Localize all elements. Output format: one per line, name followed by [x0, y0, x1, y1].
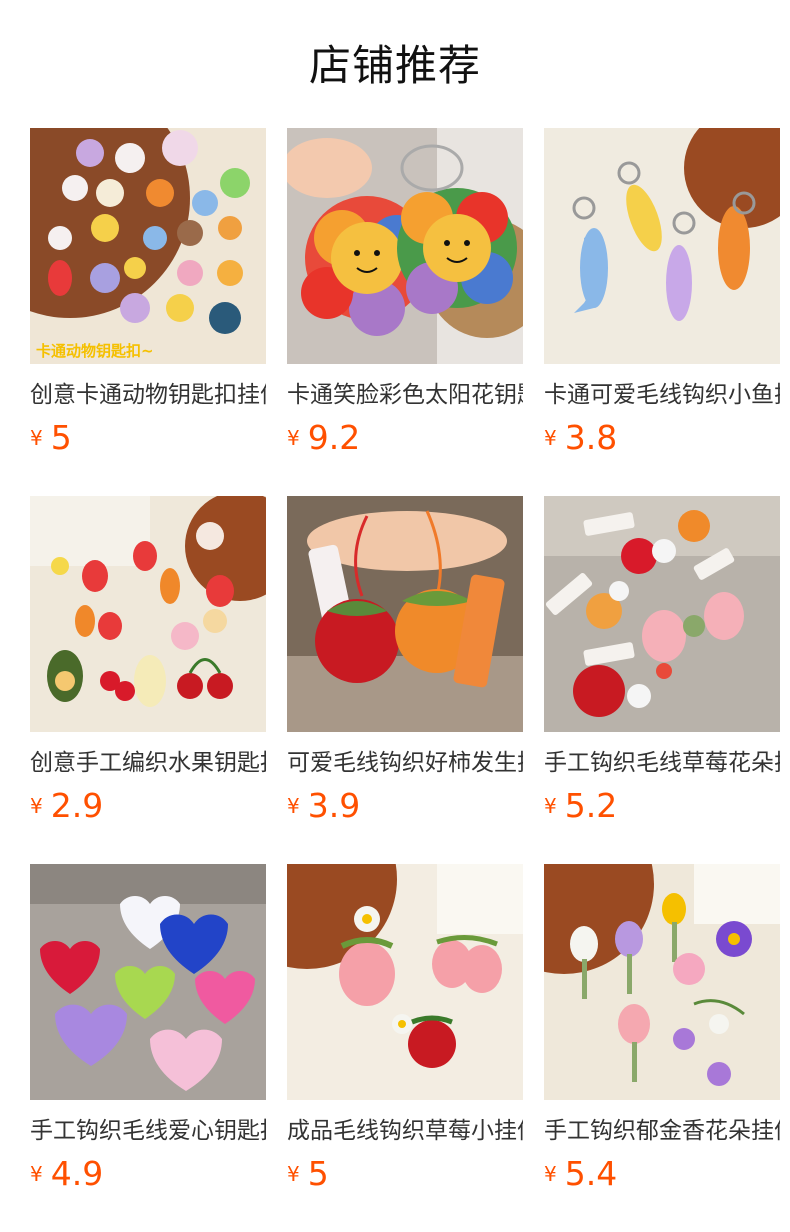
product-name[interactable]: 手工钩织毛线草莓花朵挂件 [544, 746, 780, 780]
price-amount: 5.4 [564, 1154, 618, 1193]
product-price: ¥5 [287, 1154, 329, 1194]
price-amount: 9.2 [307, 418, 361, 457]
product-card[interactable]: 成品毛线钩织草莓小挂件 ¥5 [287, 864, 523, 1204]
product-price: ¥2.9 [30, 786, 103, 826]
crochet-heart-keychains-image [30, 864, 266, 1100]
product-name[interactable]: 可爱毛线钩织好柿发生挂件 [287, 746, 523, 780]
product-image[interactable] [544, 128, 780, 364]
currency-symbol: ¥ [544, 426, 557, 450]
product-card[interactable]: 手工钩织毛线爱心钥匙扣 ¥4.9 [30, 864, 266, 1204]
product-price: ¥5.4 [544, 1154, 617, 1194]
overlay-text: 卡通动物钥匙扣~ [36, 342, 154, 360]
currency-symbol: ¥ [30, 426, 43, 450]
currency-symbol: ¥ [287, 426, 300, 450]
product-name[interactable]: 手工钩织郁金香花朵挂件 [544, 1114, 780, 1148]
product-name[interactable]: 成品毛线钩织草莓小挂件 [287, 1114, 523, 1148]
currency-symbol: ¥ [287, 794, 300, 818]
product-card[interactable]: 可爱毛线钩织好柿发生挂件 ¥3.9 [287, 496, 523, 836]
product-name[interactable]: 创意卡通动物钥匙扣挂件 [30, 378, 266, 412]
product-name[interactable]: 卡通可爱毛线钩织小鱼挂件 [544, 378, 780, 412]
product-name[interactable]: 卡通笑脸彩色太阳花钥匙扣 [287, 378, 523, 412]
product-price: ¥4.9 [30, 1154, 103, 1194]
product-image[interactable] [287, 128, 523, 364]
price-amount: 4.9 [50, 1154, 104, 1193]
strawberry-flower-charms-image [544, 496, 780, 732]
product-card[interactable]: 卡通动物钥匙扣~ 创意卡通动物钥匙扣挂件 ¥5 [30, 128, 266, 468]
price-amount: 5.2 [564, 786, 618, 825]
currency-symbol: ¥ [30, 1162, 43, 1186]
currency-symbol: ¥ [544, 794, 557, 818]
currency-symbol: ¥ [30, 794, 43, 818]
product-card[interactable]: 卡通可爱毛线钩织小鱼挂件 ¥3.8 [544, 128, 780, 468]
product-name[interactable]: 手工钩织毛线爱心钥匙扣 [30, 1114, 266, 1148]
currency-symbol: ¥ [287, 1162, 300, 1186]
price-amount: 3.9 [307, 786, 361, 825]
product-image[interactable] [544, 496, 780, 732]
currency-symbol: ¥ [544, 1162, 557, 1186]
price-amount: 5 [307, 1154, 329, 1193]
price-amount: 2.9 [50, 786, 104, 825]
smiley-sunflower-keychains-image [287, 128, 523, 364]
product-price: ¥5 [30, 418, 72, 458]
product-image[interactable]: 卡通动物钥匙扣~ [30, 128, 266, 364]
product-card[interactable]: 手工钩织郁金香花朵挂件 ¥5.4 [544, 864, 780, 1204]
product-image[interactable] [287, 864, 523, 1100]
product-image[interactable] [30, 864, 266, 1100]
crochet-fruit-keychains-image [30, 496, 266, 732]
persimmon-strawberry-charms-image [287, 496, 523, 732]
crochet-fish-keychains-image [544, 128, 780, 364]
cartoon-animal-keychains-image: 卡通动物钥匙扣~ [30, 128, 266, 364]
product-image[interactable] [287, 496, 523, 732]
product-image[interactable] [30, 496, 266, 732]
product-image[interactable] [544, 864, 780, 1100]
product-price: ¥3.9 [287, 786, 360, 826]
page-title: 店铺推荐 [308, 41, 481, 90]
product-price: ¥9.2 [287, 418, 360, 458]
product-price: ¥3.8 [544, 418, 617, 458]
price-amount: 3.8 [564, 418, 618, 457]
product-card[interactable]: 创意手工编织水果钥匙扣 ¥2.9 [30, 496, 266, 836]
product-card[interactable]: 卡通笑脸彩色太阳花钥匙扣 ¥9.2 [287, 128, 523, 468]
product-name[interactable]: 创意手工编织水果钥匙扣 [30, 746, 266, 780]
product-card[interactable]: 手工钩织毛线草莓花朵挂件 ¥5.2 [544, 496, 780, 836]
crochet-strawberry-keychains-image [287, 864, 523, 1100]
crochet-tulip-keychains-image [544, 864, 780, 1100]
product-price: ¥5.2 [544, 786, 617, 826]
price-amount: 5 [50, 418, 72, 457]
